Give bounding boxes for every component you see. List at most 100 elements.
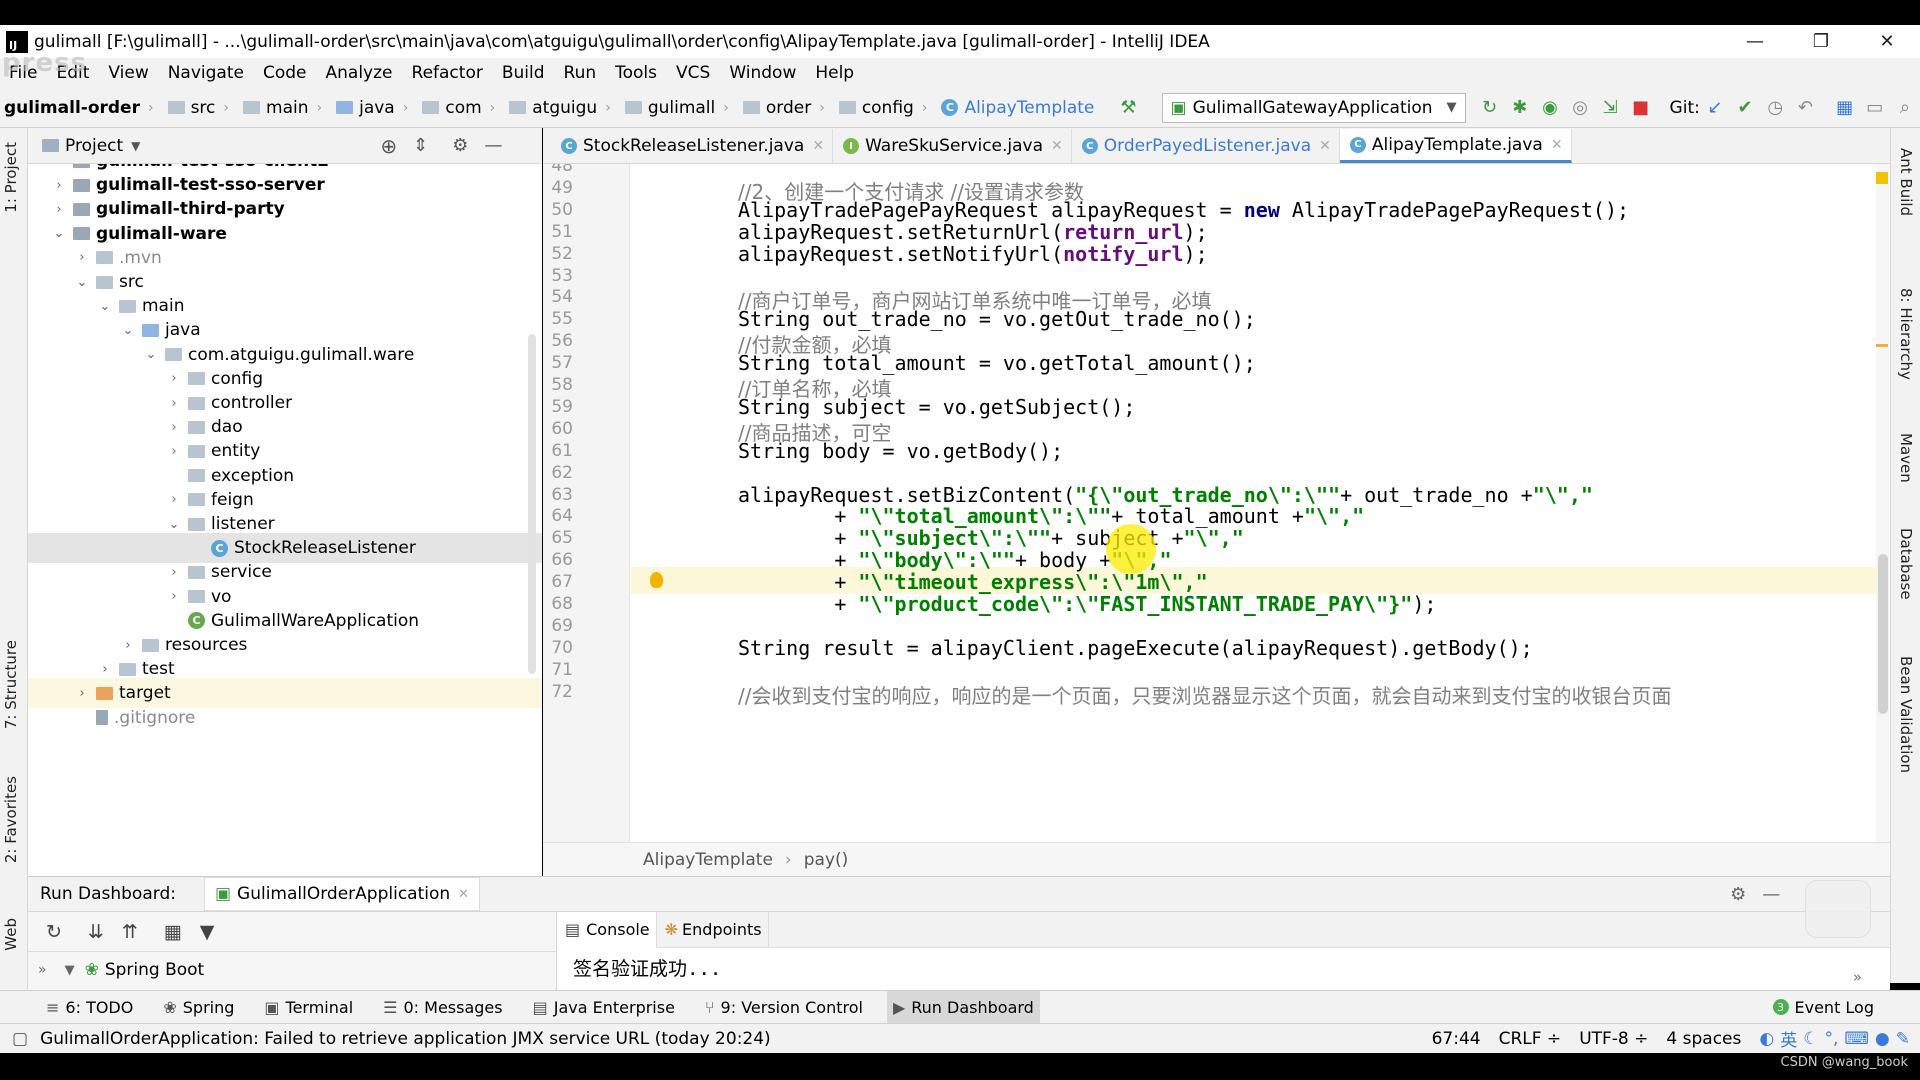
locate-icon[interactable]: ⊕ — [380, 134, 397, 158]
expand-icon[interactable]: » — [1853, 968, 1862, 986]
bottom-tab-java-enterprise[interactable]: ▤ Java Enterprise — [527, 991, 681, 1024]
console-output[interactable]: 签名验证成功... — [573, 954, 721, 981]
editor-scrollbar[interactable] — [1876, 164, 1890, 842]
warning-marker[interactable] — [1876, 172, 1888, 184]
scroll-thumb[interactable] — [1878, 554, 1888, 714]
close-icon[interactable]: ✕ — [1051, 138, 1063, 154]
nav-crumb-4[interactable]: com › — [418, 98, 505, 118]
run-app-tab[interactable]: ▣ GulimallOrderApplication ✕ — [203, 877, 481, 911]
tab-endpoints[interactable]: ❋ Endpoints — [657, 911, 769, 948]
chevron-down-icon[interactable]: ⌄ — [143, 347, 159, 362]
git-history-icon[interactable]: ◷ — [1765, 97, 1785, 118]
nav-crumb-6[interactable]: gulimall › — [621, 98, 739, 118]
search-marker[interactable] — [1876, 344, 1888, 347]
bottom-tab-0-messages[interactable]: ☰ 0: Messages — [377, 991, 508, 1024]
close-icon[interactable]: ✕ — [812, 138, 824, 154]
code-line[interactable]: + "\"product_code\":\"FAST_INSTANT_TRADE… — [738, 592, 1436, 616]
bottom-tab-9-version-control[interactable]: ⑂ 9: Version Control — [699, 991, 869, 1024]
close-icon[interactable]: ✕ — [458, 887, 469, 902]
tool-database[interactable]: Database — [1897, 528, 1915, 600]
chevron-down-icon[interactable]: ⌄ — [166, 517, 182, 532]
tool-structure[interactable]: 7: Structure — [2, 640, 20, 729]
chevron-right-icon[interactable]: › — [51, 178, 67, 193]
chevron-right-icon[interactable]: › — [120, 638, 136, 653]
gear-icon[interactable]: ⚙ — [1730, 884, 1746, 905]
tool-web[interactable]: Web — [2, 918, 20, 951]
tool-project[interactable]: 1: Project — [2, 142, 20, 213]
lightbulb-icon[interactable] — [650, 572, 663, 589]
nav-crumb-2[interactable]: main › — [239, 98, 332, 118]
build-hammer-icon[interactable]: ⚒ — [1118, 97, 1138, 118]
file-encoding[interactable]: UTF-8 ÷ — [1579, 1029, 1648, 1049]
chevron-right-icon[interactable]: › — [166, 565, 182, 580]
chevron-right-icon[interactable]: › — [97, 662, 113, 677]
ime-mode[interactable]: 英 — [1780, 1026, 1797, 1051]
run-config-dropdown[interactable]: ▣ GulimallGatewayApplication ▼ — [1161, 92, 1466, 123]
project-panel-title[interactable]: Project — [65, 136, 123, 156]
profile-icon[interactable]: ◎ — [1570, 97, 1590, 118]
tree-scrollbar[interactable] — [528, 334, 536, 674]
code-line[interactable]: AlipayTradePagePayRequest alipayRequest … — [738, 198, 1629, 222]
tab-console[interactable]: ▤ Console — [557, 911, 657, 948]
code-line[interactable]: //会收到支付宝的响应，响应的是一个页面，只要浏览器显示这个页面，就会自动来到支… — [738, 680, 1671, 709]
collapse-all-icon[interactable]: ⇕ — [413, 135, 428, 156]
menu-run[interactable]: Run — [555, 63, 607, 83]
tool-bean-validation[interactable]: Bean Validation — [1897, 656, 1915, 773]
chevron-down-icon[interactable]: ⌄ — [51, 226, 67, 241]
code-line[interactable]: String total_amount = vo.getTotal_amount… — [738, 351, 1256, 375]
nav-crumb-0[interactable]: gulimall-order › — [0, 98, 164, 118]
menu-view[interactable]: View — [99, 63, 158, 83]
code-line[interactable]: alipayRequest.setReturnUrl(return_url); — [738, 220, 1208, 244]
tool-hierarchy[interactable]: 8: Hierarchy — [1897, 288, 1915, 380]
chevron-down-icon[interactable]: ▼ — [131, 139, 140, 153]
tool-ant-build[interactable]: Ant Build — [1897, 148, 1915, 216]
status-message[interactable]: GulimallOrderApplication: Failed to retr… — [40, 1029, 1432, 1049]
line-separator[interactable]: CRLF ÷ — [1499, 1029, 1562, 1049]
chevron-right-icon[interactable]: › — [166, 589, 182, 604]
nav-crumb-5[interactable]: atguigu › — [505, 98, 621, 118]
chevron-down-icon[interactable]: ⌄ — [74, 275, 90, 290]
tab-alipaytemplate-java[interactable]: C AlipayTemplate.java ✕ — [1339, 129, 1572, 163]
chevron-right-icon[interactable]: › — [166, 444, 182, 459]
spring-boot-node[interactable]: » ▼ ❀ Spring Boot — [28, 954, 557, 986]
stop-icon[interactable]: ■ — [1630, 97, 1650, 118]
bottom-tab-terminal[interactable]: ▣ Terminal — [258, 991, 359, 1024]
chevron-right-icon[interactable]: › — [166, 420, 182, 435]
code-line[interactable]: + "\"timeout_express\":\"1m\"," — [738, 570, 1207, 594]
caret-position[interactable]: 67:44 — [1432, 1029, 1481, 1049]
group-icon[interactable]: ▦ — [164, 921, 182, 943]
chevron-down-icon[interactable]: ▼ — [65, 963, 75, 978]
bottom-tab-run-dashboard[interactable]: ▶ Run Dashboard — [886, 990, 1040, 1024]
breadcrumb-method[interactable]: pay() — [804, 850, 849, 870]
code-line[interactable]: alipayRequest.setBizContent("{\"out_trad… — [738, 483, 1593, 507]
tab-orderpayedlistener-java[interactable]: C OrderPayedListener.java ✕ — [1072, 129, 1340, 163]
git-commit-icon[interactable]: ✔ — [1735, 97, 1755, 118]
collapse-all-icon[interactable]: ⇈ — [122, 921, 138, 943]
tool-favorites[interactable]: 2: Favorites — [2, 776, 20, 863]
indent-setting[interactable]: 4 spaces — [1666, 1029, 1741, 1049]
chevron-right-icon[interactable]: › — [166, 371, 182, 386]
bottom-tab-spring[interactable]: ❀ Spring — [157, 991, 240, 1024]
hide-panel-icon[interactable]: — — [1762, 884, 1780, 905]
nav-crumb-1[interactable]: src › — [164, 98, 239, 118]
nav-crumb-7[interactable]: order › — [739, 98, 835, 118]
chevron-right-icon[interactable]: › — [74, 686, 90, 701]
tab-wareskuservice-java[interactable]: I WareSkuService.java ✕ — [833, 129, 1072, 163]
nav-crumb-3[interactable]: java › — [332, 98, 418, 118]
menu-tools[interactable]: Tools — [606, 63, 667, 83]
minimize-button[interactable]: — — [1722, 31, 1788, 52]
nav-crumb-9[interactable]: C AlipayTemplate — [937, 98, 1098, 118]
event-log-button[interactable]: 3 Event Log — [1767, 991, 1881, 1024]
breadcrumb-class[interactable]: AlipayTemplate — [643, 850, 773, 870]
project-structure-icon[interactable]: ▦ — [1835, 97, 1855, 118]
code-line[interactable]: + "\"subject\":\""+ subject +"\"," — [738, 526, 1243, 550]
coverage-icon[interactable]: ◉ — [1540, 97, 1560, 118]
chevron-down-icon[interactable]: ⌄ — [97, 299, 113, 314]
tab-stockreleaselistener-java[interactable]: C StockReleaseListener.java ✕ — [551, 129, 834, 163]
tree-item[interactable]: .gitignore — [28, 703, 542, 733]
menu-code[interactable]: Code — [254, 63, 317, 83]
status-toggle-icon[interactable]: ▢ — [12, 1029, 28, 1049]
chevron-right-icon[interactable]: › — [166, 492, 182, 507]
chevron-right-icon[interactable]: › — [74, 250, 90, 265]
gear-icon[interactable]: ⚙ — [452, 135, 468, 156]
